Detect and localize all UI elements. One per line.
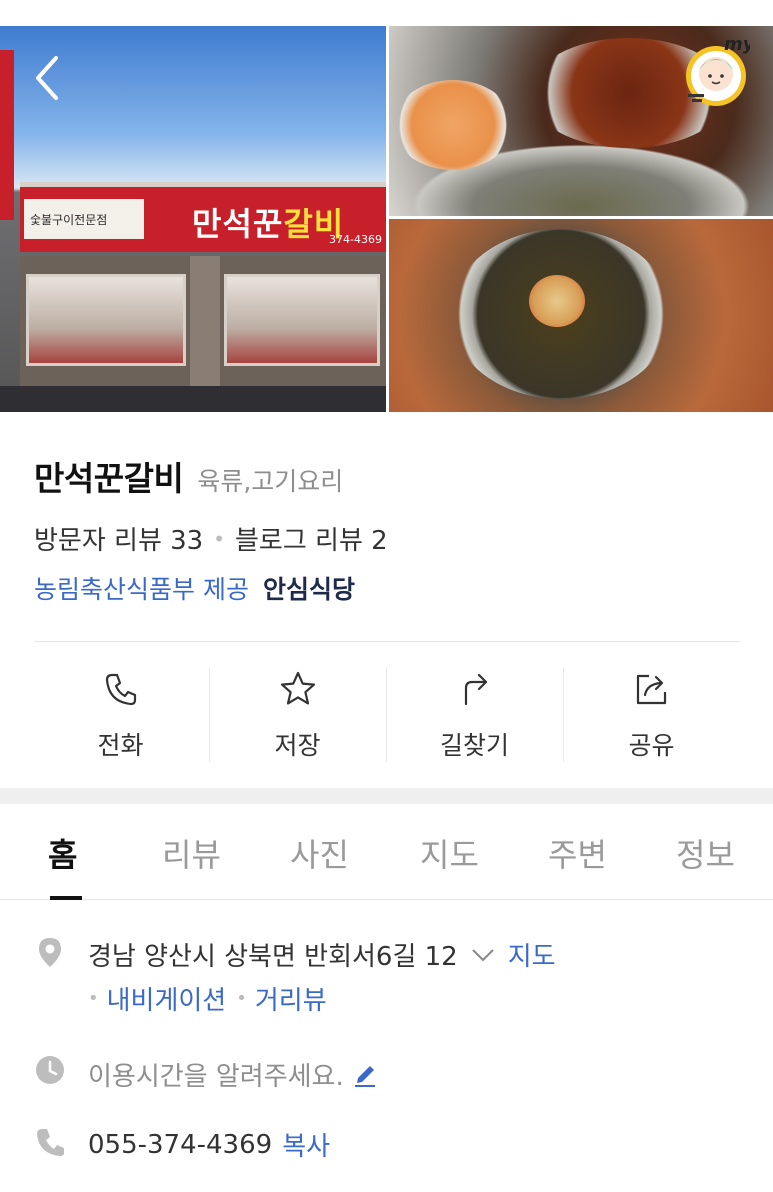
divider xyxy=(34,641,740,642)
location-pin-icon xyxy=(39,938,61,967)
place-details: 경남 양산시 상북면 반회서6길 12 지도 • 내비게이션 • 거리뷰 이용시… xyxy=(0,900,773,1192)
side-dish xyxy=(393,80,513,170)
directions-label: 길찾기 xyxy=(439,731,509,760)
phone-row: 055-374-4369 복사 xyxy=(88,1126,330,1163)
side-sign xyxy=(0,50,14,220)
review-row: 방문자 리뷰 33 • 블로그 리뷰 2 xyxy=(34,520,388,557)
my-profile-badge[interactable]: my xyxy=(684,34,750,110)
map-link[interactable]: 지도 xyxy=(508,936,556,973)
street xyxy=(0,386,386,412)
directions-button[interactable]: 길찾기 xyxy=(386,662,563,768)
action-bar: 전화 저장 길찾기 공유 xyxy=(32,662,740,768)
tab-bar: 홈 리뷰 사진 지도 주변 정보 xyxy=(0,804,773,900)
phone-icon xyxy=(105,673,136,706)
blog-reviews-link[interactable]: 블로그 리뷰 2 xyxy=(235,520,388,557)
place-name: 만석꾼갈비 xyxy=(34,459,184,498)
title-row: 만석꾼갈비 육류,고기요리 xyxy=(34,452,343,500)
tab-home[interactable]: 홈 xyxy=(48,830,77,876)
separator-dot: • xyxy=(213,526,226,551)
tab-nearby[interactable]: 주변 xyxy=(548,830,607,876)
call-button[interactable]: 전화 xyxy=(32,662,209,768)
back-arrow-icon[interactable] xyxy=(32,54,62,102)
tab-photos[interactable]: 사진 xyxy=(290,830,349,876)
bullet-dot: • xyxy=(88,988,99,1009)
brick-pillar xyxy=(190,256,220,396)
storefront-facade xyxy=(20,256,386,396)
photo-gallery[interactable]: 숯불구이전문점 만석꾼갈비 374-4369 xyxy=(0,26,773,412)
share-label: 공유 xyxy=(628,731,675,760)
clock-icon xyxy=(36,1056,64,1084)
sign-title-part-a: 만석꾼 xyxy=(192,205,284,243)
chevron-down-icon[interactable] xyxy=(470,946,496,964)
tab-map[interactable]: 지도 xyxy=(420,830,479,876)
provider-row: 농림축산식품부 제공 안심식당 xyxy=(34,570,355,606)
navigation-link[interactable]: 내비게이션 xyxy=(107,980,227,1017)
food-photo-naengmyeon[interactable] xyxy=(389,219,773,412)
sign-phone: 374-4369 xyxy=(329,233,382,246)
save-label: 저장 xyxy=(274,731,321,760)
hours-row[interactable]: 이용시간을 알려주세요. xyxy=(88,1056,378,1093)
phone-number[interactable]: 055-374-4369 xyxy=(88,1130,272,1160)
shop-window xyxy=(26,274,186,366)
phone-small-icon xyxy=(37,1129,64,1156)
directions-icon xyxy=(464,673,487,706)
section-gap xyxy=(0,788,773,804)
edit-pencil-icon[interactable] xyxy=(352,1062,378,1088)
address-sublinks: • 내비게이션 • 거리뷰 xyxy=(88,980,327,1017)
star-icon xyxy=(280,671,315,705)
place-info: 만석꾼갈비 육류,고기요리 방문자 리뷰 33 • 블로그 리뷰 2 농림축산식… xyxy=(0,412,773,788)
my-badge-text: my xyxy=(724,34,750,55)
share-button[interactable]: 공유 xyxy=(563,662,740,768)
address-row: 경남 양산시 상북면 반회서6길 12 지도 xyxy=(88,936,556,973)
call-label: 전화 xyxy=(97,731,144,760)
bullet-dot: • xyxy=(236,988,247,1009)
copy-button[interactable]: 복사 xyxy=(282,1126,330,1163)
street-view-link[interactable]: 거리뷰 xyxy=(255,980,327,1017)
shop-window xyxy=(224,274,380,366)
sign-subtitle: 숯불구이전문점 xyxy=(24,199,144,239)
provider-link[interactable]: 농림축산식품부 제공 xyxy=(34,570,249,606)
place-category: 육류,고기요리 xyxy=(197,467,344,496)
save-button[interactable]: 저장 xyxy=(209,662,386,768)
tab-reviews[interactable]: 리뷰 xyxy=(162,830,221,876)
hours-prompt: 이용시간을 알려주세요. xyxy=(88,1062,344,1092)
noodle-topping xyxy=(529,275,585,327)
safe-restaurant-badge: 안심식당 xyxy=(262,575,355,604)
storefront-sign: 숯불구이전문점 만석꾼갈비 374-4369 xyxy=(20,182,386,252)
sign-title: 만석꾼갈비 xyxy=(192,199,344,245)
share-icon xyxy=(636,674,666,705)
address-text: 경남 양산시 상북면 반회서6길 12 xyxy=(88,942,458,972)
visitor-reviews-link[interactable]: 방문자 리뷰 33 xyxy=(34,520,203,557)
tab-info[interactable]: 정보 xyxy=(676,830,735,876)
